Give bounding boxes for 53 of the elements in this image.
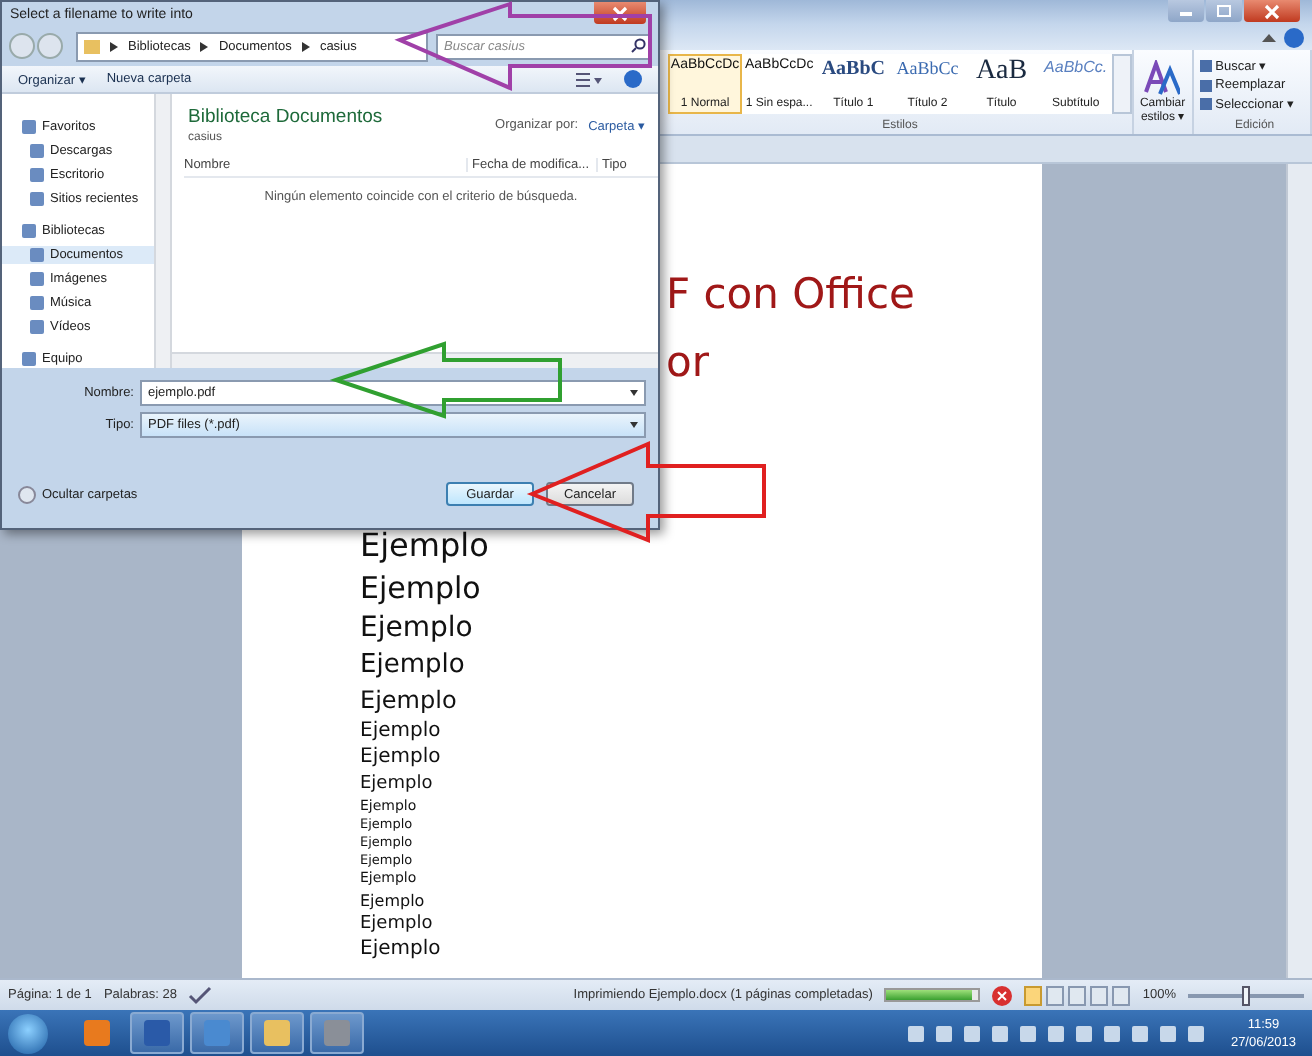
search-icon	[630, 38, 646, 54]
close-icon	[612, 5, 628, 21]
body-text: Ejemplo	[360, 609, 473, 648]
scrollbar[interactable]	[154, 94, 172, 368]
close-button[interactable]	[1244, 0, 1300, 22]
maximize-icon	[1216, 4, 1232, 18]
start-button[interactable]	[8, 1013, 48, 1053]
body-text: Ejemplo	[360, 744, 441, 773]
slider-thumb[interactable]	[1242, 985, 1250, 1005]
minimize-button[interactable]	[1168, 0, 1204, 22]
heading-text: F con Office	[666, 268, 917, 322]
body-text: Ejemplo	[360, 772, 433, 798]
body-text: Ejemplo	[360, 911, 433, 937]
app-icon	[204, 1020, 230, 1046]
app-icon	[144, 1020, 170, 1046]
body-text: Ejemplo	[360, 648, 465, 685]
heading-text: or	[666, 336, 711, 390]
taskbar-app[interactable]	[250, 1012, 304, 1054]
chevron-icon	[110, 41, 118, 51]
styles-letters-icon	[1144, 60, 1181, 96]
taskbar-app[interactable]	[310, 1012, 364, 1054]
library-title: Biblioteca Documentos	[188, 106, 383, 128]
body-text: Ejemplo	[360, 889, 425, 912]
scrollbar[interactable]	[172, 352, 658, 368]
body-text: Ejemplo	[360, 717, 441, 745]
taskbar-app[interactable]	[130, 1012, 184, 1054]
chevron-icon	[301, 41, 310, 51]
collapse-ribbon-icon[interactable]	[1262, 31, 1276, 43]
dropdown-arrow-icon	[630, 390, 638, 396]
body-text: Ejemplo	[360, 568, 481, 610]
scrollbar[interactable]	[1286, 164, 1312, 978]
app-icon	[84, 1020, 110, 1046]
style-preview: AaB	[975, 58, 1028, 86]
body-text: Ejemplo	[360, 524, 489, 568]
body-text: Ejemplo	[360, 684, 457, 718]
style-preview: AaBbC	[821, 58, 885, 80]
dropdown-arrow-icon	[630, 422, 638, 428]
chevron-icon	[200, 41, 209, 51]
cancel-icon[interactable]	[992, 985, 1013, 1005]
view-options-icon[interactable]	[576, 71, 604, 87]
close-icon	[1264, 3, 1280, 19]
folder-icon	[84, 39, 100, 53]
style-preview: AaBbCc.	[1044, 58, 1108, 76]
help-icon[interactable]	[624, 70, 642, 88]
maximize-button[interactable]	[1206, 0, 1242, 22]
nav-icon	[22, 352, 36, 366]
collapse-icon	[18, 485, 36, 503]
style-preview: AaBbCc	[896, 58, 959, 78]
proofing-icon[interactable]	[188, 985, 213, 1005]
app-icon	[324, 1020, 350, 1046]
body-text: Ejemplo	[360, 936, 441, 965]
help-icon[interactable]	[1284, 27, 1304, 47]
app-icon	[264, 1020, 290, 1046]
